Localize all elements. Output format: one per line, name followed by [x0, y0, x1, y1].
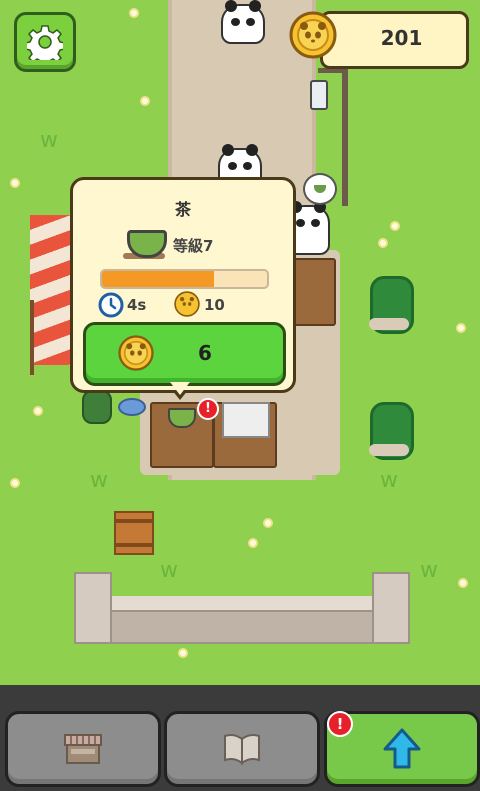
book-icon	[224, 734, 260, 766]
flower	[12, 180, 18, 186]
item-title: 茶	[174, 200, 191, 219]
blue-bowl	[118, 398, 146, 416]
wooden-crate[interactable]	[114, 511, 154, 555]
recipe-book-button[interactable]	[164, 711, 320, 787]
alert-icon: !	[327, 711, 353, 737]
production-time: 4s	[127, 296, 147, 314]
flower	[250, 540, 256, 546]
flower	[460, 580, 466, 586]
flower	[35, 408, 41, 414]
grass-tuft: ᴡ	[380, 468, 398, 493]
flower	[180, 650, 186, 656]
flower	[131, 10, 137, 16]
stone-wall-top	[76, 596, 404, 612]
alert-icon: !	[197, 398, 219, 420]
up-arrow-icon	[383, 728, 421, 769]
paper-sheet	[222, 402, 270, 438]
progress-fill	[102, 271, 215, 287]
settings-button[interactable]	[14, 12, 76, 72]
flower	[142, 98, 148, 104]
coin-amount: 201	[380, 26, 423, 50]
coin-icon	[289, 11, 337, 59]
grass-tuft: ᴡ	[160, 558, 178, 583]
bottom-toolbar: !	[0, 685, 480, 791]
flower	[265, 520, 271, 526]
awning-pole	[30, 300, 34, 375]
shop-stall-icon	[64, 734, 102, 764]
progress-bar	[100, 269, 269, 289]
flower	[458, 325, 464, 331]
popup-tail-inner	[170, 382, 190, 395]
panda-customer[interactable]	[221, 0, 265, 44]
side-counter[interactable]	[290, 258, 336, 326]
flower	[380, 240, 386, 246]
shop-button[interactable]	[5, 711, 161, 787]
grass-tuft: ᴡ	[40, 128, 58, 153]
coin-reward: 10	[204, 296, 225, 314]
tea-cup-icon[interactable]	[168, 408, 196, 428]
coin-icon	[118, 335, 154, 371]
tea-cup-icon	[314, 185, 326, 193]
grass-tuft: ᴡ	[420, 558, 438, 583]
coin-icon	[174, 291, 200, 317]
upgrade-button[interactable]: 6	[83, 322, 286, 386]
clock-icon	[98, 292, 124, 318]
order-bubble	[303, 173, 337, 205]
item-level: 等級7	[173, 237, 214, 255]
bush-pot	[369, 318, 409, 330]
wall-pillar-left	[74, 572, 112, 644]
flower	[12, 480, 18, 486]
gear-icon	[27, 25, 63, 60]
flower	[392, 223, 398, 229]
wall-pillar-right	[372, 572, 410, 644]
coin-counter: 201	[320, 11, 469, 69]
green-pot	[82, 390, 112, 424]
upgrade-cost: 6	[198, 341, 212, 365]
bush-pot	[369, 444, 409, 456]
item-info-popup: 茶 等級7 4s 10 6	[70, 177, 296, 393]
grass-tuft: ᴡ	[90, 468, 108, 493]
